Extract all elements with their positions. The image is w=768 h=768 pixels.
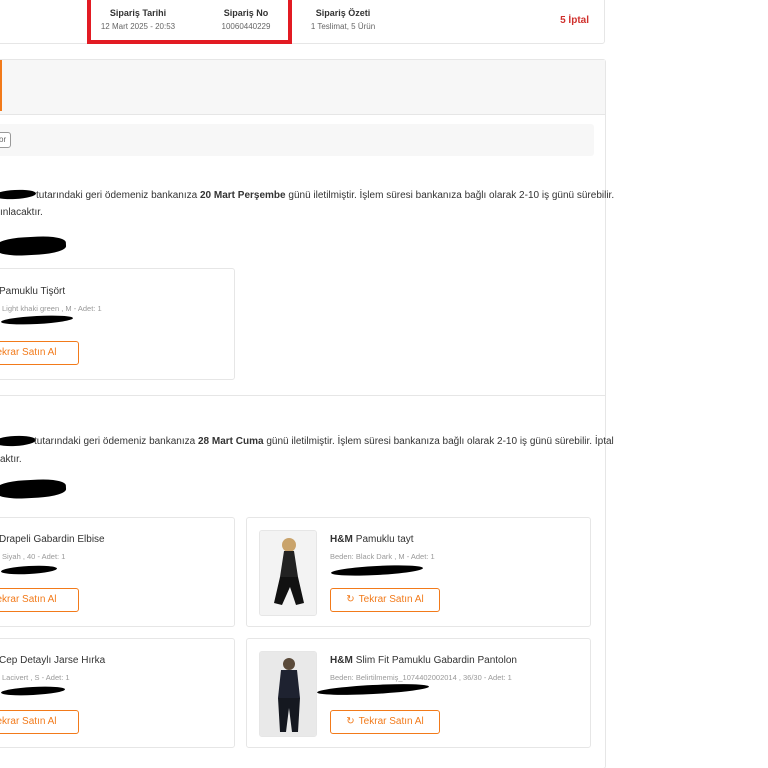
order-date-label: Sipariş Tarihi <box>109 8 167 18</box>
order-summary: Sipariş Özeti 1 Teslimat, 5 Ürün <box>297 8 389 31</box>
product-name[interactable]: H&M Pamuklu tayt <box>330 534 414 545</box>
product-image[interactable] <box>259 651 317 737</box>
order-date: Sipariş Tarihi 12 Mart 2025 - 20:53 <box>93 8 183 31</box>
product-image[interactable] <box>259 530 317 616</box>
product-brand: H&M <box>330 534 353 545</box>
rebuy-label: Tekrar Satın Al <box>0 347 57 358</box>
product-card: Cep Detaylı Jarse Hırka Lacivert , S - A… <box>0 638 235 748</box>
status-chip[interactable]: or <box>0 132 12 148</box>
rebuy-button[interactable]: Tekrar Satın Al <box>0 588 79 612</box>
rebuy-button[interactable]: ↻ Tekrar Satın Al <box>330 588 440 612</box>
section-divider <box>0 395 606 396</box>
refund-text-before: tutarındaki geri ödemeniz bankanıza <box>36 190 200 201</box>
refund-text-before: tutarındaki geri ödemeniz bankanıza <box>34 436 198 447</box>
product-name[interactable]: Cep Detaylı Jarse Hırka <box>0 655 105 666</box>
status-row: or <box>0 124 594 156</box>
order-number: Sipariş No 10060440229 <box>201 8 291 31</box>
redaction-mark <box>0 314 74 326</box>
product-title: Slim Fit Pamuklu Gabardin Pantolon <box>355 655 517 666</box>
product-variant: Beden: Black Dark , M - Adet: 1 <box>330 552 435 561</box>
product-title: Pamuklu tayt <box>355 534 414 545</box>
redaction-mark <box>330 563 424 578</box>
order-number-label: Sipariş No <box>223 8 269 18</box>
order-date-value: 12 Mart 2025 - 20:53 <box>100 22 176 31</box>
refund-date: 28 Mart Cuma <box>198 436 264 447</box>
header-accent-bar <box>0 60 2 111</box>
product-card: Pamuklu Tişört Light khaki green , M - A… <box>0 268 235 380</box>
refund-text-after: günü iletilmiştir. İşlem süresi bankanız… <box>285 190 615 201</box>
product-name[interactable]: H&M Slim Fit Pamuklu Gabardin Pantolon <box>330 655 517 666</box>
refund-message-1-line2: ınlacaktır. <box>0 207 43 218</box>
rebuy-button[interactable]: Tekrar Satın Al <box>0 341 79 365</box>
product-variant: Lacivert , S - Adet: 1 <box>2 673 70 682</box>
order-summary-label: Sipariş Özeti <box>315 8 371 18</box>
redaction-mark <box>316 682 430 697</box>
refresh-icon: ↻ <box>346 594 355 605</box>
order-summary-value: 1 Teslimat, 5 Ürün <box>310 22 376 31</box>
product-variant: Light khaki green , M - Adet: 1 <box>2 304 102 313</box>
cancel-status-badge: 5 İptal <box>560 15 589 26</box>
redaction-mark <box>0 685 66 697</box>
rebuy-label: Tekrar Satın Al <box>0 716 57 727</box>
rebuy-label: Tekrar Satın Al <box>358 716 424 727</box>
product-card: Drapeli Gabardin Elbise Siyah , 40 - Ade… <box>0 517 235 627</box>
product-card: H&M Pamuklu tayt Beden: Black Dark , M - … <box>246 517 591 627</box>
product-card: H&M Slim Fit Pamuklu Gabardin Pantolon Be… <box>246 638 591 748</box>
detail-header <box>0 60 605 115</box>
refund-message-1: tutarındaki geri ödemeniz bankanıza 20 M… <box>36 187 614 204</box>
rebuy-label: Tekrar Satın Al <box>358 594 424 605</box>
refund-message-2-line2: aktır. <box>0 454 22 465</box>
refund-message-2: tutarındaki geri ödemeniz bankanıza 28 M… <box>34 433 614 450</box>
rebuy-label: Tekrar Satın Al <box>0 594 57 605</box>
product-brand: H&M <box>330 655 353 666</box>
rebuy-button[interactable]: ↻ Tekrar Satın Al <box>330 710 440 734</box>
product-photo-icon <box>260 531 316 615</box>
rebuy-button[interactable]: Tekrar Satın Al <box>0 710 79 734</box>
refund-date: 20 Mart Perşembe <box>200 190 286 201</box>
product-photo-icon <box>260 652 316 736</box>
redaction-mark <box>0 564 58 576</box>
product-name[interactable]: Pamuklu Tişört <box>0 286 65 297</box>
refund-text-after: günü iletilmiştir. İşlem süresi bankanız… <box>263 436 614 447</box>
order-number-value: 10060440229 <box>221 22 271 31</box>
product-variant: Siyah , 40 - Adet: 1 <box>2 552 66 561</box>
order-summary-bar[interactable]: Sipariş Tarihi 12 Mart 2025 - 20:53 Sipa… <box>0 0 605 44</box>
refresh-icon: ↻ <box>346 716 355 727</box>
product-variant: Beden: Belirtilmemiş_1074402002014 , 36/… <box>330 673 512 682</box>
product-name[interactable]: Drapeli Gabardin Elbise <box>0 534 105 545</box>
